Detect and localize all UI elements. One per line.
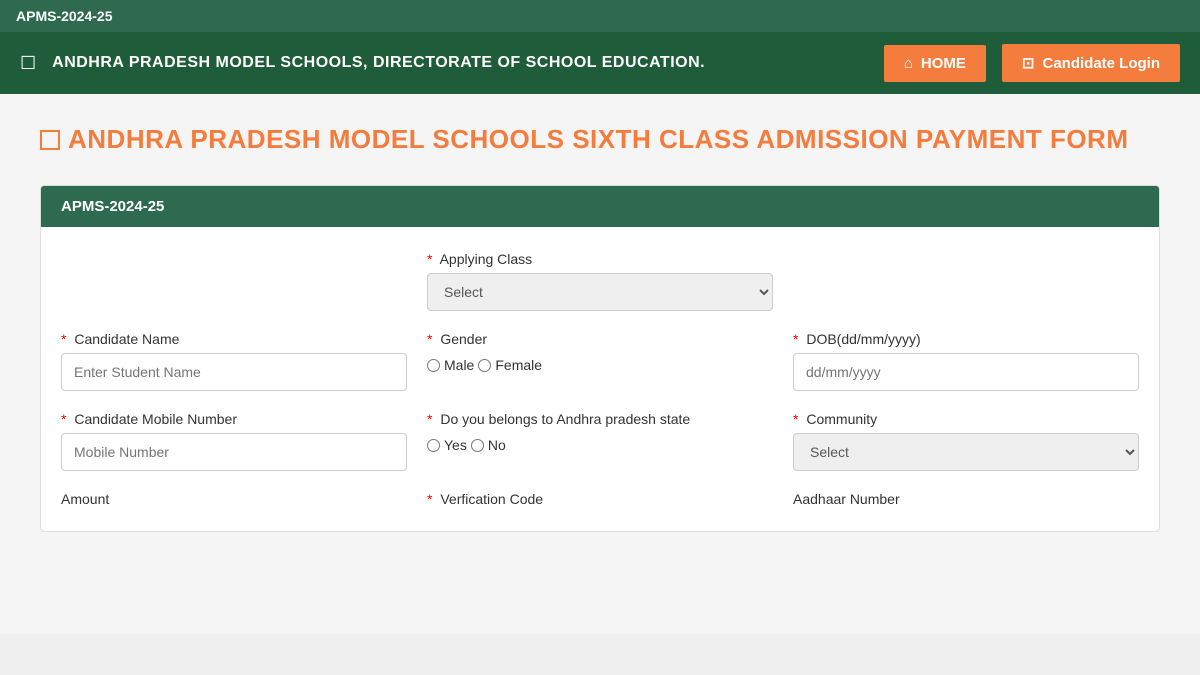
- community-select-wrapper: Select OC BC-A BC-B BC-C BC-D BC-E SC ST: [793, 433, 1139, 471]
- ap-state-yes-label: Yes: [444, 437, 467, 453]
- gender-male-radio[interactable]: [427, 359, 440, 372]
- aadhaar-label: Aadhaar Number: [793, 491, 1139, 507]
- candidate-name-input[interactable]: [61, 353, 407, 391]
- dob-group: * DOB(dd/mm/yyyy): [793, 331, 1139, 391]
- home-button-label: HOME: [921, 55, 966, 72]
- form-card-header-text: APMS-2024-25: [61, 198, 164, 215]
- ap-state-group: * Do you belongs to Andhra pradesh state…: [427, 411, 773, 453]
- candidate-name-label: * Candidate Name: [61, 331, 407, 347]
- applying-class-row: * Applying Class Select VI: [61, 251, 1139, 311]
- gender-label: * Gender: [427, 331, 773, 347]
- ap-state-yes-radio[interactable]: [427, 439, 440, 452]
- applying-class-select[interactable]: Select VI: [427, 273, 773, 311]
- mobile-input[interactable]: [61, 433, 407, 471]
- form-body: * Applying Class Select VI * Candidate N…: [41, 227, 1159, 531]
- main-content: ANDHRA PRADESH MODEL SCHOOLS SIXTH CLASS…: [0, 94, 1200, 634]
- page-title-text: ANDHRA PRADESH MODEL SCHOOLS SIXTH CLASS…: [68, 124, 1129, 155]
- page-title-icon: [40, 130, 60, 150]
- header: ☐ ANDHRA PRADESH MODEL SCHOOLS, DIRECTOR…: [0, 32, 1200, 94]
- community-select[interactable]: Select OC BC-A BC-B BC-C BC-D BC-E SC ST: [793, 433, 1139, 471]
- ap-state-label: * Do you belongs to Andhra pradesh state: [427, 411, 773, 427]
- header-org-name: ANDHRA PRADESH MODEL SCHOOLS, DIRECTORAT…: [52, 54, 868, 72]
- gender-group: * Gender Male Female: [427, 331, 773, 373]
- mobile-group: * Candidate Mobile Number: [61, 411, 407, 471]
- top-bar: APMS-2024-25: [0, 0, 1200, 32]
- form-card: APMS-2024-25 * Applying Class Select VI: [40, 185, 1160, 532]
- ap-state-no-radio[interactable]: [471, 439, 484, 452]
- mobile-label: * Candidate Mobile Number: [61, 411, 407, 427]
- applying-class-group: * Applying Class Select VI: [427, 251, 773, 311]
- candidate-name-group: * Candidate Name: [61, 331, 407, 391]
- ap-state-no-label: No: [488, 437, 506, 453]
- home-icon: ⌂: [904, 55, 913, 72]
- header-menu-icon: ☐: [20, 53, 36, 74]
- gender-radio-group: Male Female: [427, 357, 773, 373]
- community-group: * Community Select OC BC-A BC-B BC-C BC-…: [793, 411, 1139, 471]
- page-title: ANDHRA PRADESH MODEL SCHOOLS SIXTH CLASS…: [40, 124, 1160, 155]
- dob-label: * DOB(dd/mm/yyyy): [793, 331, 1139, 347]
- dob-input[interactable]: [793, 353, 1139, 391]
- login-icon: ⊡: [1022, 54, 1035, 72]
- home-button[interactable]: ⌂ HOME: [884, 45, 986, 82]
- mobile-state-community-row: * Candidate Mobile Number * Do you belon…: [61, 411, 1139, 471]
- candidate-login-label: Candidate Login: [1043, 55, 1161, 72]
- applying-class-label: * Applying Class: [427, 251, 773, 267]
- ap-state-radio-group: Yes No: [427, 437, 773, 453]
- gender-male-label: Male: [444, 357, 474, 373]
- amount-label: Amount: [61, 491, 407, 507]
- gender-female-radio[interactable]: [478, 359, 491, 372]
- candidate-login-button[interactable]: ⊡ Candidate Login: [1002, 44, 1180, 82]
- bottom-labels-row: Amount * Verfication Code Aadhaar Number: [61, 491, 1139, 507]
- name-gender-dob-row: * Candidate Name * Gender Male Female: [61, 331, 1139, 391]
- form-card-header: APMS-2024-25: [41, 186, 1159, 227]
- top-bar-title: APMS-2024-25: [16, 8, 113, 24]
- community-label: * Community: [793, 411, 1139, 427]
- verification-code-label: * Verfication Code: [427, 491, 773, 507]
- gender-female-label: Female: [495, 357, 542, 373]
